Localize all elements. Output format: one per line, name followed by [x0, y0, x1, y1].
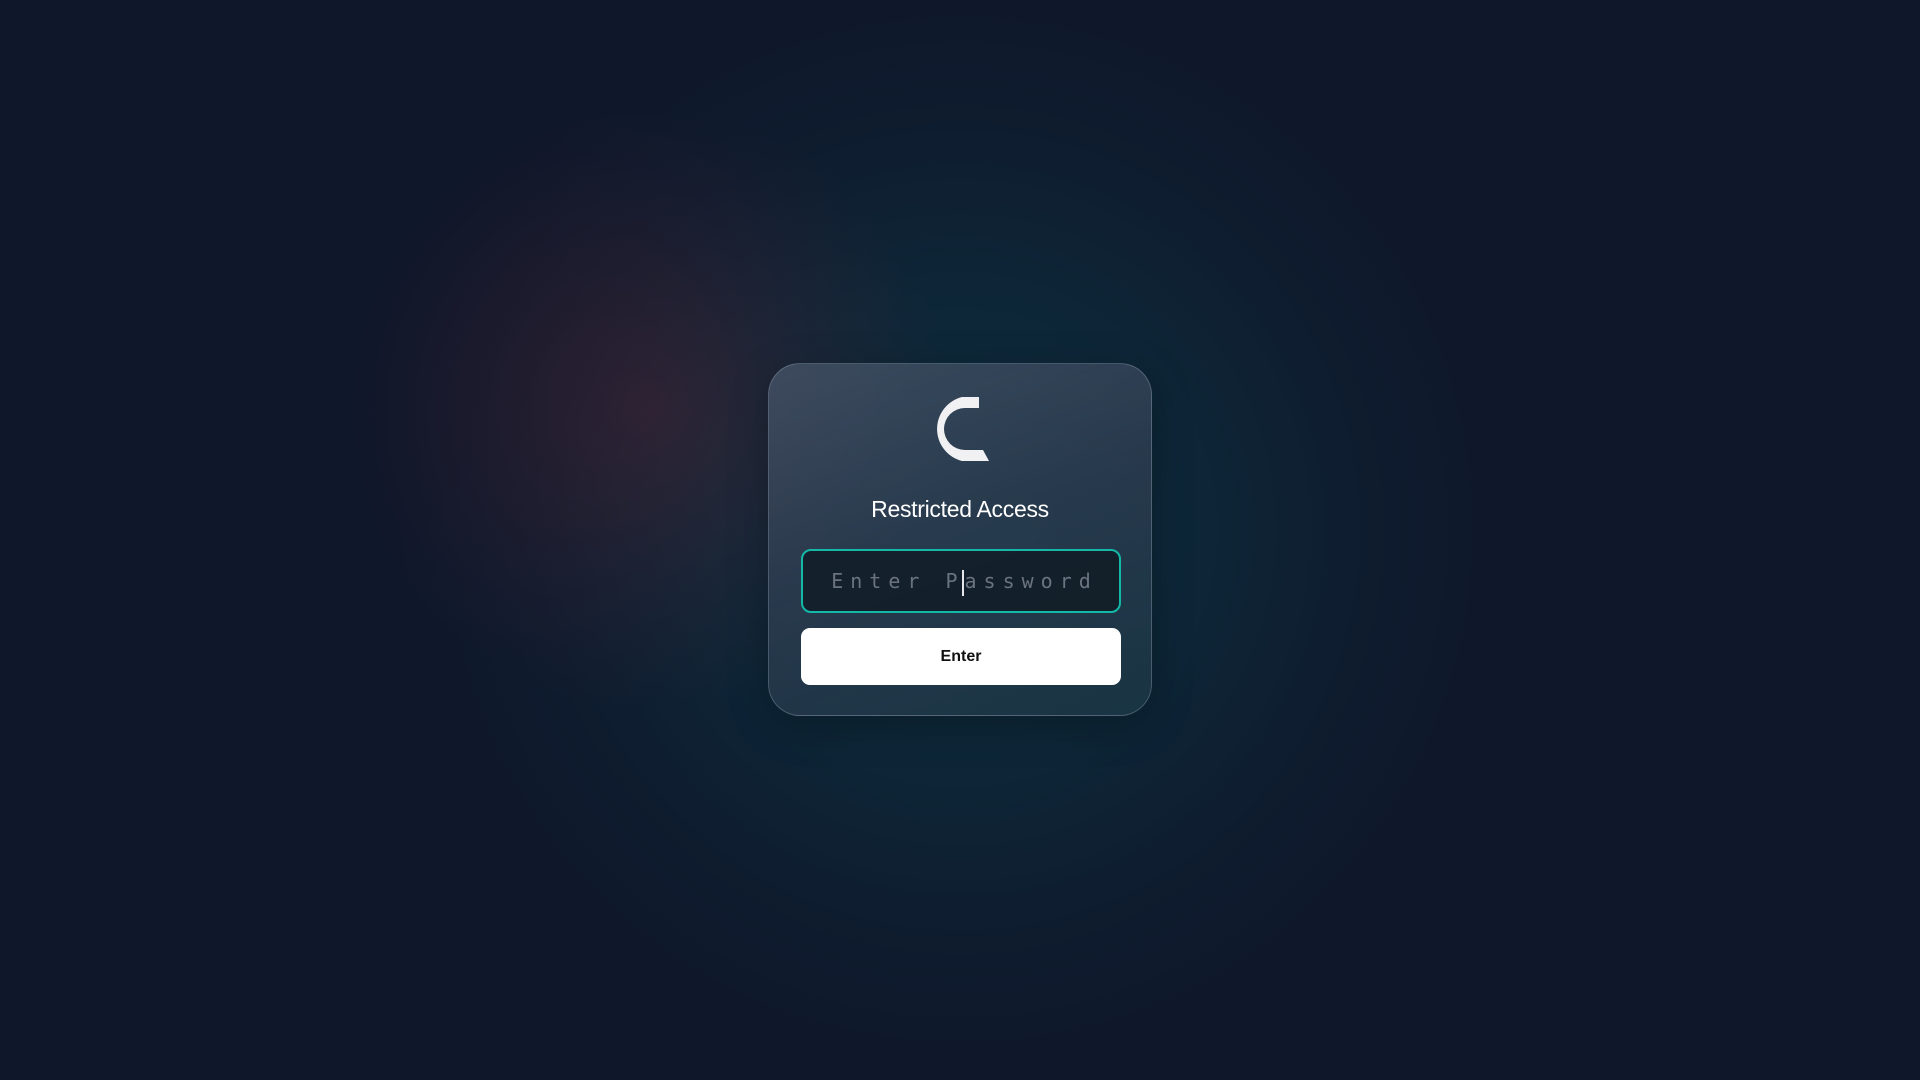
password-field-wrapper [801, 549, 1121, 613]
page-title: Restricted Access [871, 496, 1049, 522]
c-logo-icon [937, 397, 989, 461]
text-caret [962, 570, 964, 596]
login-card: Restricted Access Enter [768, 363, 1152, 716]
enter-button[interactable]: Enter [801, 628, 1121, 685]
password-input[interactable] [803, 551, 1119, 611]
